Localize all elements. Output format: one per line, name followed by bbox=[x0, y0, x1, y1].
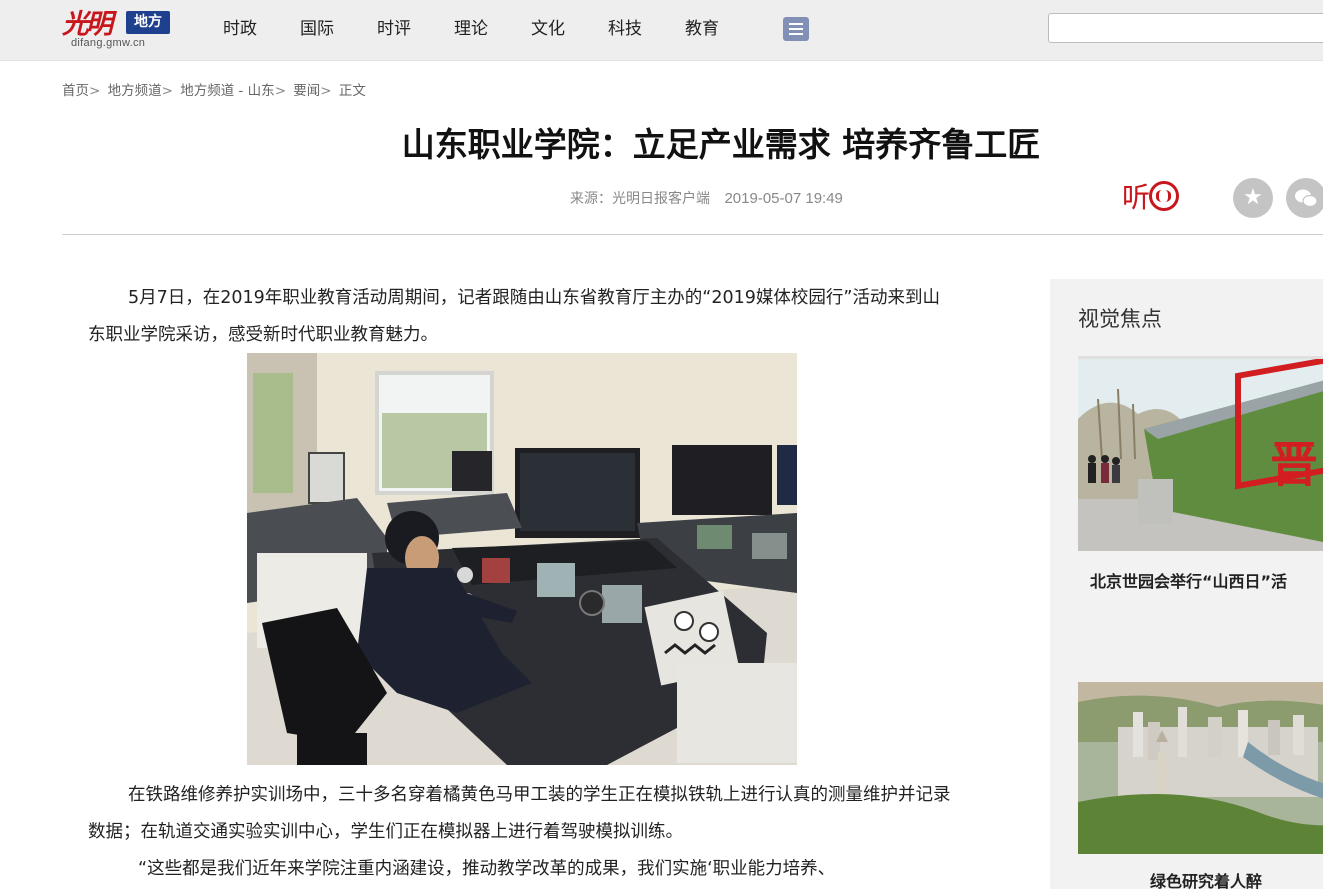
main-nav: 时政 国际 时评 理论 文化 科技 教育 bbox=[223, 0, 762, 58]
title-divider bbox=[62, 234, 1323, 235]
speaker-icon bbox=[1149, 181, 1179, 211]
article-paragraph-2: 在铁路维修养护实训场中，三十多名穿着橘黄色马甲工装的学生正在模拟铁轨上进行认真的… bbox=[88, 785, 951, 842]
breadcrumb-news[interactable]: 要闻 bbox=[293, 83, 320, 99]
sidebar-image-city-aerial[interactable] bbox=[1078, 682, 1323, 854]
sidebar-caption-2[interactable]: 绿色研究着人醉 bbox=[1150, 868, 1262, 892]
nav-item-commentary[interactable]: 时评 bbox=[377, 0, 411, 58]
svg-text:晋: 晋 bbox=[1270, 437, 1318, 493]
logo-domain: difang.gmw.cn bbox=[71, 37, 146, 49]
wechat-icon[interactable] bbox=[1286, 178, 1323, 218]
sidebar-title: 视觉焦点 bbox=[1078, 307, 1162, 331]
article-source: 来源：光明日报客户端 bbox=[570, 191, 710, 207]
nav-item-international[interactable]: 国际 bbox=[300, 0, 334, 58]
sidebar-caption-1[interactable]: 北京世园会举行“山西日”活 bbox=[1090, 568, 1287, 592]
sidebar-image-expo-garden[interactable]: 晋 bbox=[1078, 359, 1323, 551]
article-title: 山东职业学院：立足产业需求 培养齐鲁工匠 bbox=[401, 125, 1041, 164]
breadcrumb: 首页> 地方频道> 地方频道 - 山东> 要闻> 正文 bbox=[62, 83, 366, 99]
top-navigation-bar: 光明 地方 difang.gmw.cn 时政 国际 时评 理论 文化 科技 教育 bbox=[0, 0, 1323, 61]
nav-item-culture[interactable]: 文化 bbox=[531, 0, 565, 58]
visual-focus-sidebar: 视觉焦点 晋 北京世园会举行“山西日”活 绿色研究着人醉 bbox=[1050, 279, 1323, 892]
nav-item-technology[interactable]: 科技 bbox=[608, 0, 642, 58]
article-photo-train-simulator bbox=[247, 353, 797, 765]
breadcrumb-local-channel[interactable]: 地方频道 bbox=[108, 83, 162, 99]
breadcrumb-shandong[interactable]: 地方频道 - 山东 bbox=[180, 83, 274, 99]
breadcrumb-home[interactable]: 首页 bbox=[62, 83, 89, 99]
article-meta: 来源：光明日报客户端 2019-05-07 19:49 bbox=[570, 188, 843, 208]
star-icon[interactable]: ★ bbox=[1233, 178, 1273, 218]
nav-item-education[interactable]: 教育 bbox=[685, 0, 719, 58]
listen-label: 听 bbox=[1122, 181, 1151, 214]
breadcrumb-current: 正文 bbox=[338, 83, 366, 99]
logo-badge: 地方 bbox=[126, 11, 170, 34]
list-menu-icon[interactable] bbox=[783, 17, 809, 41]
article-paragraph-3: “这些都是我们近年来学院注重内涵建设，推动教学改革的成果，我们实施‘职业能力培养… bbox=[138, 859, 836, 879]
article-paragraph-1: 5月7日，在2019年职业教育活动周期间，记者跟随由山东省教育厅主办的“2019… bbox=[88, 288, 940, 345]
site-logo[interactable]: 光明 地方 difang.gmw.cn bbox=[62, 2, 172, 54]
article-date: 2019-05-07 19:49 bbox=[724, 190, 843, 207]
listen-button[interactable]: 听 bbox=[1122, 176, 1184, 218]
nav-item-politics[interactable]: 时政 bbox=[223, 0, 257, 58]
nav-item-theory[interactable]: 理论 bbox=[454, 0, 488, 58]
logo-calligraphy: 光明 bbox=[62, 9, 113, 40]
search-input[interactable] bbox=[1048, 13, 1323, 43]
